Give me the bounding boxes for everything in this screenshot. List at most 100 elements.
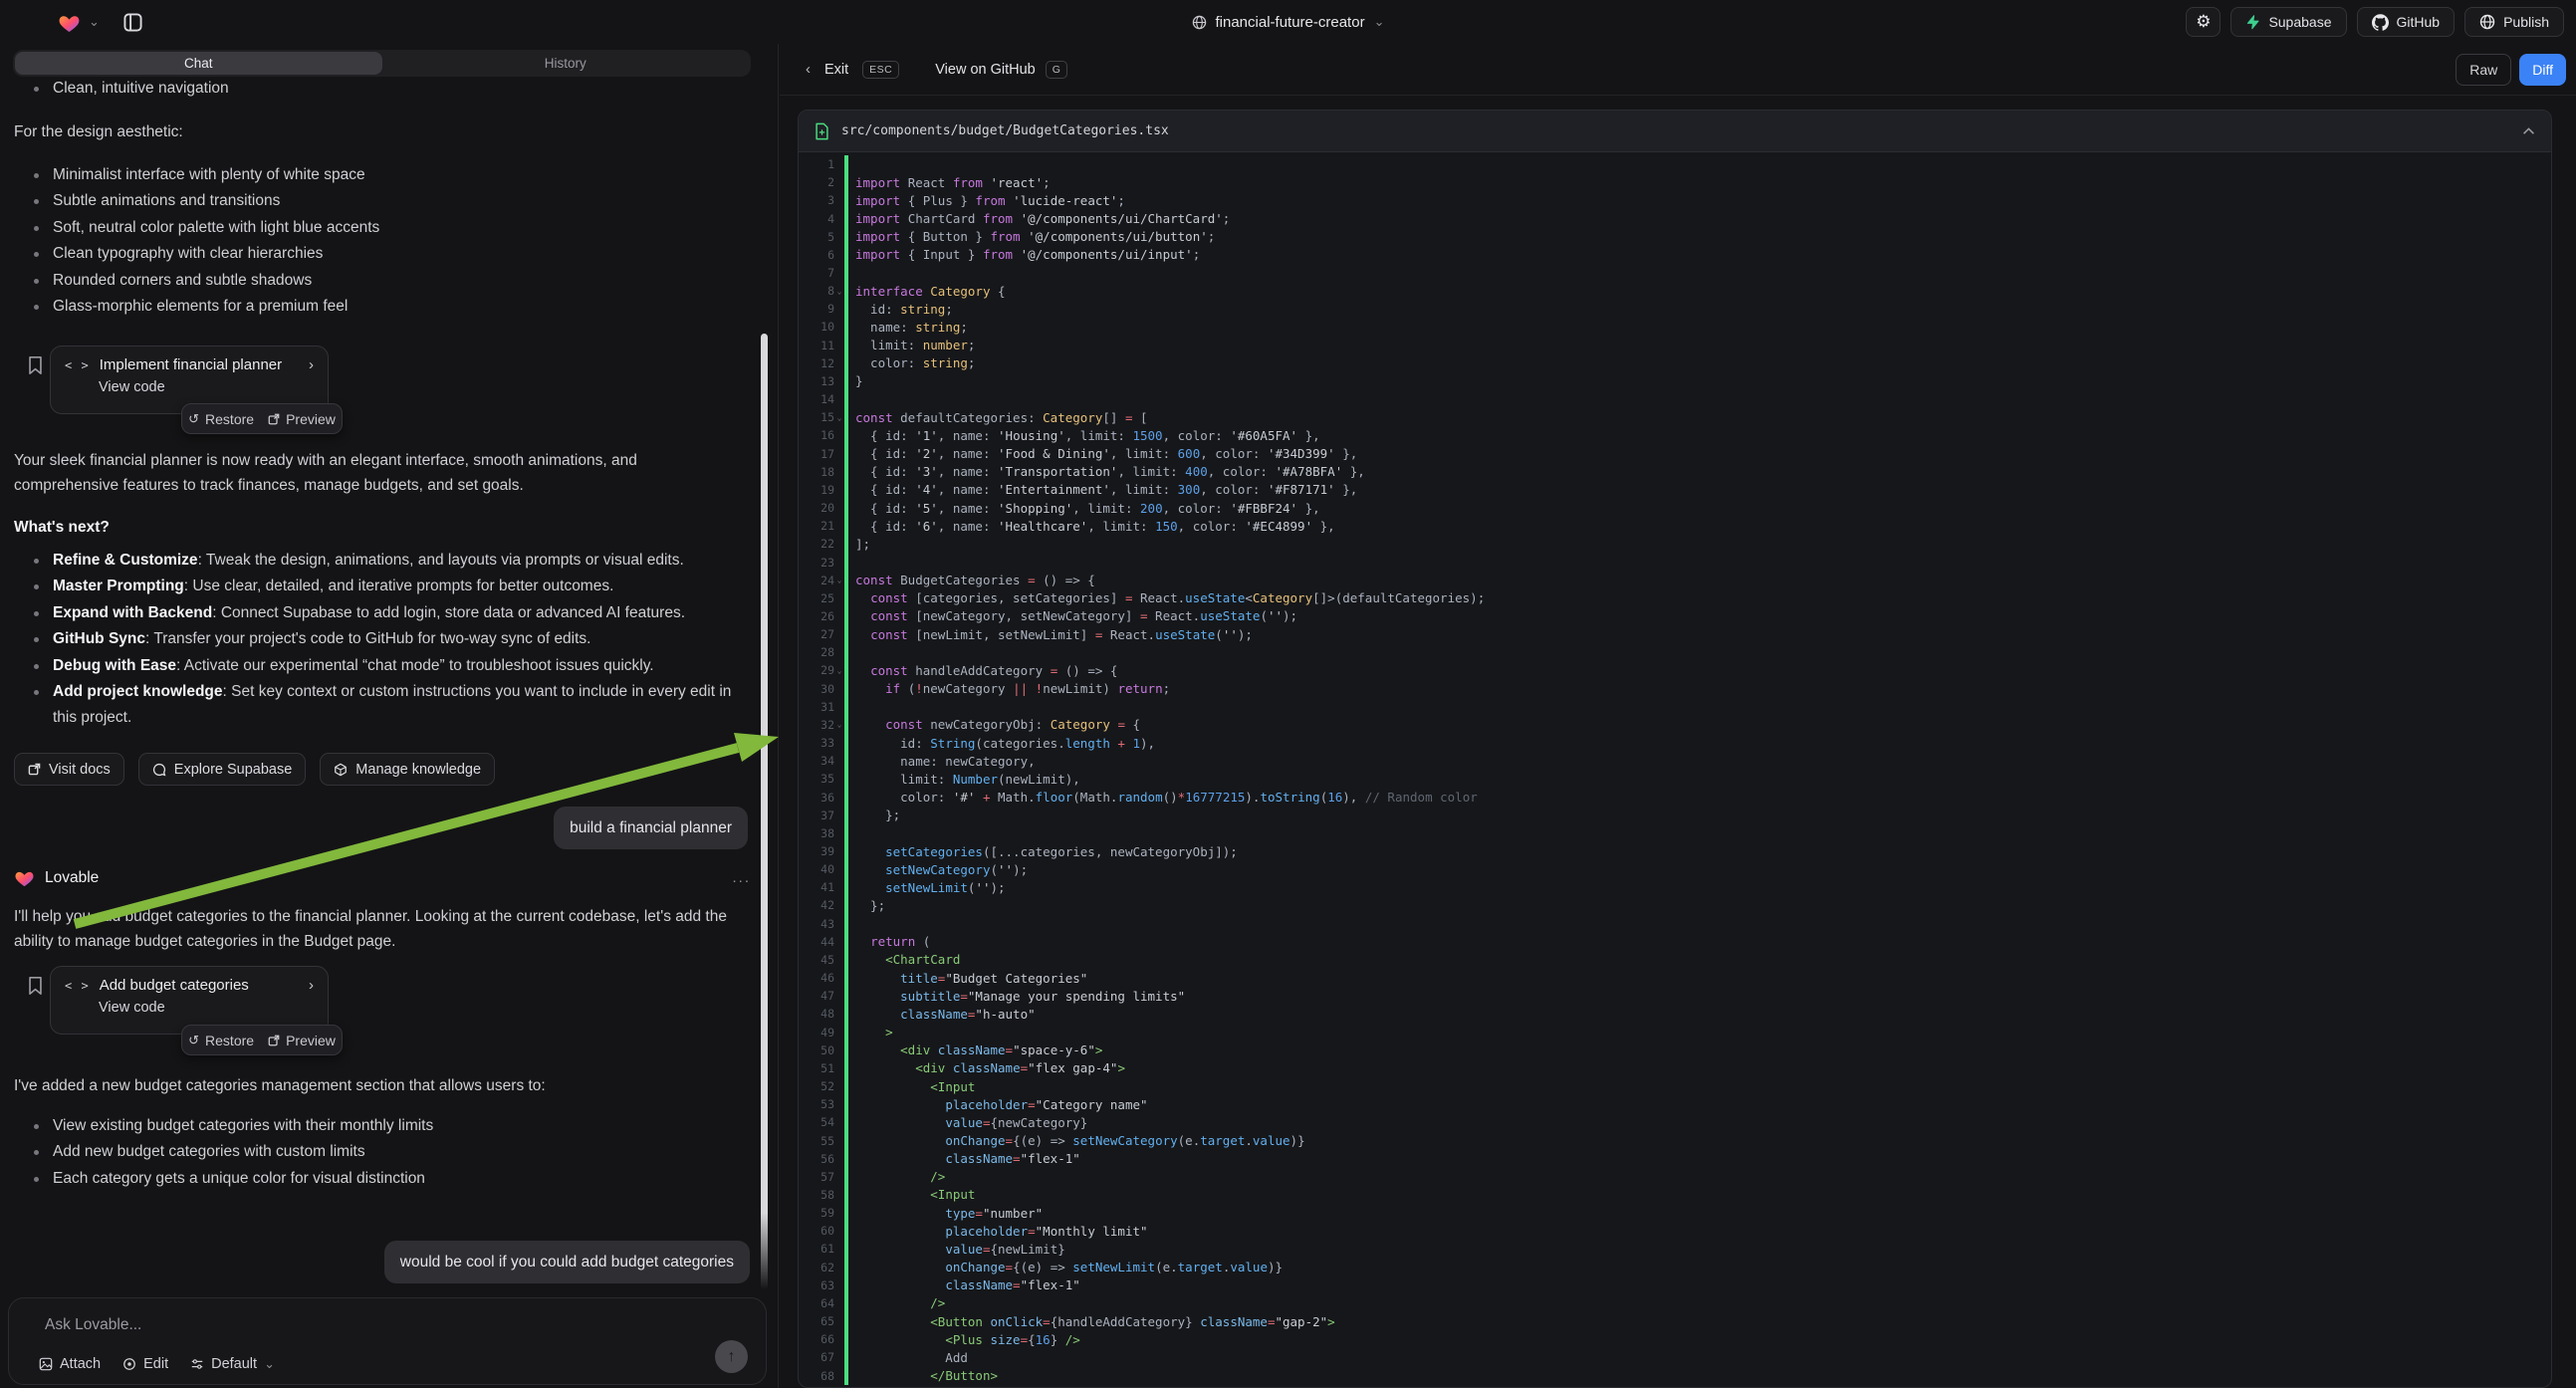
code-line: 56 className="flex-1" xyxy=(799,1150,2551,1168)
assistant-header: Lovable ... xyxy=(14,868,751,887)
bookmark-icon[interactable] xyxy=(26,976,44,996)
ask-lovable-input[interactable] xyxy=(45,1316,642,1334)
code-line: 24⌄const BudgetCategories = () => { xyxy=(799,572,2551,589)
code-line: 31 xyxy=(799,698,2551,716)
list-item: GitHub Sync: Transfer your project's cod… xyxy=(0,626,740,652)
code-line: 29⌄ const handleAddCategory = () => { xyxy=(799,661,2551,679)
code-line: 43 xyxy=(799,915,2551,933)
sliders-icon xyxy=(190,1357,204,1371)
list-item: Debug with Ease: Activate our experiment… xyxy=(0,653,740,679)
list-item: Each category gets a unique color for vi… xyxy=(0,1166,433,1192)
restore-button[interactable]: ↺ Restore xyxy=(188,1033,254,1048)
globe-icon xyxy=(1192,15,1207,30)
restore-preview-bar: ↺ Restore Preview xyxy=(181,403,343,434)
file-diff-card: src/components/budget/BudgetCategories.t… xyxy=(798,110,2552,1388)
code-line: 4import ChartCard from '@/components/ui/… xyxy=(799,209,2551,227)
aesthetic-heading: For the design aesthetic: xyxy=(14,119,741,144)
lovable-heart-icon xyxy=(14,868,35,887)
added-summary: I've added a new budget categories manag… xyxy=(14,1073,741,1098)
code-line: 58 <Input xyxy=(799,1186,2551,1204)
code-line: 16 { id: '1', name: 'Housing', limit: 15… xyxy=(799,426,2551,444)
chevron-down-icon: ⌄ xyxy=(264,1356,275,1372)
chat-scrollbar[interactable] xyxy=(761,334,768,1289)
list-item: Add project knowledge: Set key context o… xyxy=(0,679,740,732)
code-line: 52 <Input xyxy=(799,1077,2551,1095)
bullet-dot xyxy=(34,1150,39,1155)
image-icon xyxy=(39,1357,53,1371)
collapse-chevron-icon[interactable] xyxy=(2522,127,2535,135)
user-message-bubble: would be cool if you could add budget ca… xyxy=(384,1241,750,1283)
whats-next-list: Refine & Customize: Tweak the design, an… xyxy=(0,548,740,732)
bullet-dot xyxy=(34,1124,39,1129)
list-item: Refine & Customize: Tweak the design, an… xyxy=(0,548,740,574)
code-line: 26 const [newCategory, setNewCategory] =… xyxy=(799,607,2551,625)
code-toolbar-right: Raw Diff xyxy=(2456,54,2566,86)
code-toolbar-left: ‹ Exit ESC View on GitHub G xyxy=(806,61,1067,79)
supabase-icon xyxy=(2245,14,2260,30)
publish-button[interactable]: Publish xyxy=(2464,7,2564,37)
code-panel: ‹ Exit ESC View on GitHub G Raw Diff src… xyxy=(780,44,2576,1388)
github-button[interactable]: GitHub xyxy=(2357,7,2456,37)
mode-selector[interactable]: Default ⌄ xyxy=(190,1356,275,1372)
code-icon: < > xyxy=(65,979,90,993)
bullet-dot xyxy=(34,1177,39,1182)
code-line: 37 }; xyxy=(799,807,2551,824)
code-line: 5import { Button } from '@/components/ui… xyxy=(799,228,2551,246)
bullet-dot xyxy=(34,279,39,284)
bullet-dot xyxy=(34,584,39,589)
project-name: financial-future-creator xyxy=(1216,14,1365,31)
attach-button[interactable]: Attach xyxy=(39,1356,101,1372)
assistant-name: Lovable xyxy=(45,869,99,887)
supabase-button[interactable]: Supabase xyxy=(2230,7,2346,37)
visit-docs-button[interactable]: Visit docs xyxy=(14,753,124,786)
exit-button[interactable]: Exit xyxy=(824,62,848,78)
quick-action-buttons: Visit docs Explore Supabase Manage knowl… xyxy=(14,753,495,786)
file-header[interactable]: src/components/budget/BudgetCategories.t… xyxy=(799,111,2551,152)
send-button[interactable]: ↑ xyxy=(715,1340,748,1373)
view-code-link[interactable]: View code xyxy=(99,379,314,395)
manage-knowledge-button[interactable]: Manage knowledge xyxy=(320,753,495,786)
chat-panel: Chat History Clean, intuitive navigation… xyxy=(0,44,779,1388)
top-actions: ⚙ Supabase GitHub Publish xyxy=(2186,7,2564,37)
code-line: 20 { id: '5', name: 'Shopping', limit: 2… xyxy=(799,499,2551,517)
code-line: 3import { Plus } from 'lucide-react'; xyxy=(799,191,2551,209)
code-line: 22]; xyxy=(799,535,2551,553)
chevron-right-icon: › xyxy=(309,356,314,373)
code-line: 48 className="h-auto" xyxy=(799,1005,2551,1023)
code-line: 45 <ChartCard xyxy=(799,951,2551,969)
code-line: 51 <div className="flex gap-4"> xyxy=(799,1059,2551,1077)
preview-button[interactable]: Preview xyxy=(268,411,336,427)
diff-toggle-button[interactable]: Diff xyxy=(2519,54,2566,86)
code-line: 60 placeholder="Monthly limit" xyxy=(799,1222,2551,1240)
code-icon: < > xyxy=(65,358,90,372)
bullet-dot xyxy=(34,199,39,204)
code-line: 62 onChange={(e) => setNewLimit(e.target… xyxy=(799,1259,2551,1276)
g-key-badge: G xyxy=(1046,61,1068,79)
restore-button[interactable]: ↺ Restore xyxy=(188,411,254,427)
list-item: Clean, intuitive navigation xyxy=(0,76,229,102)
code-line: 27 const [newLimit, setNewLimit] = React… xyxy=(799,625,2551,643)
target-icon xyxy=(122,1357,136,1371)
code-line: 15⌄const defaultCategories: Category[] =… xyxy=(799,408,2551,426)
explore-supabase-button[interactable]: Explore Supabase xyxy=(138,753,307,786)
preview-button[interactable]: Preview xyxy=(268,1033,336,1048)
code-line: 23 xyxy=(799,553,2551,571)
bullet-dot xyxy=(34,173,39,178)
code-line: 42 }; xyxy=(799,896,2551,914)
code-line: 7 xyxy=(799,264,2551,282)
added-bullet-list: View existing budget categories with the… xyxy=(0,1113,433,1192)
edit-button[interactable]: Edit xyxy=(122,1356,168,1372)
message-menu-button[interactable]: ... xyxy=(732,869,751,886)
settings-button[interactable]: ⚙ xyxy=(2186,7,2221,37)
user-message-bubble: build a financial planner xyxy=(554,807,748,849)
raw-toggle-button[interactable]: Raw xyxy=(2456,54,2511,86)
github-icon xyxy=(2372,14,2389,31)
code-line: 14 xyxy=(799,390,2551,408)
code-line: 50 <div className="space-y-6"> xyxy=(799,1041,2551,1059)
view-on-github-button[interactable]: View on GitHub G xyxy=(935,61,1067,79)
code-editor[interactable]: 12import React from 'react';3import { Pl… xyxy=(799,152,2551,1385)
bookmark-icon[interactable] xyxy=(26,355,44,375)
code-line: 6import { Input } from '@/components/ui/… xyxy=(799,246,2551,264)
view-code-link[interactable]: View code xyxy=(99,1000,314,1016)
code-line: 44 return ( xyxy=(799,933,2551,951)
